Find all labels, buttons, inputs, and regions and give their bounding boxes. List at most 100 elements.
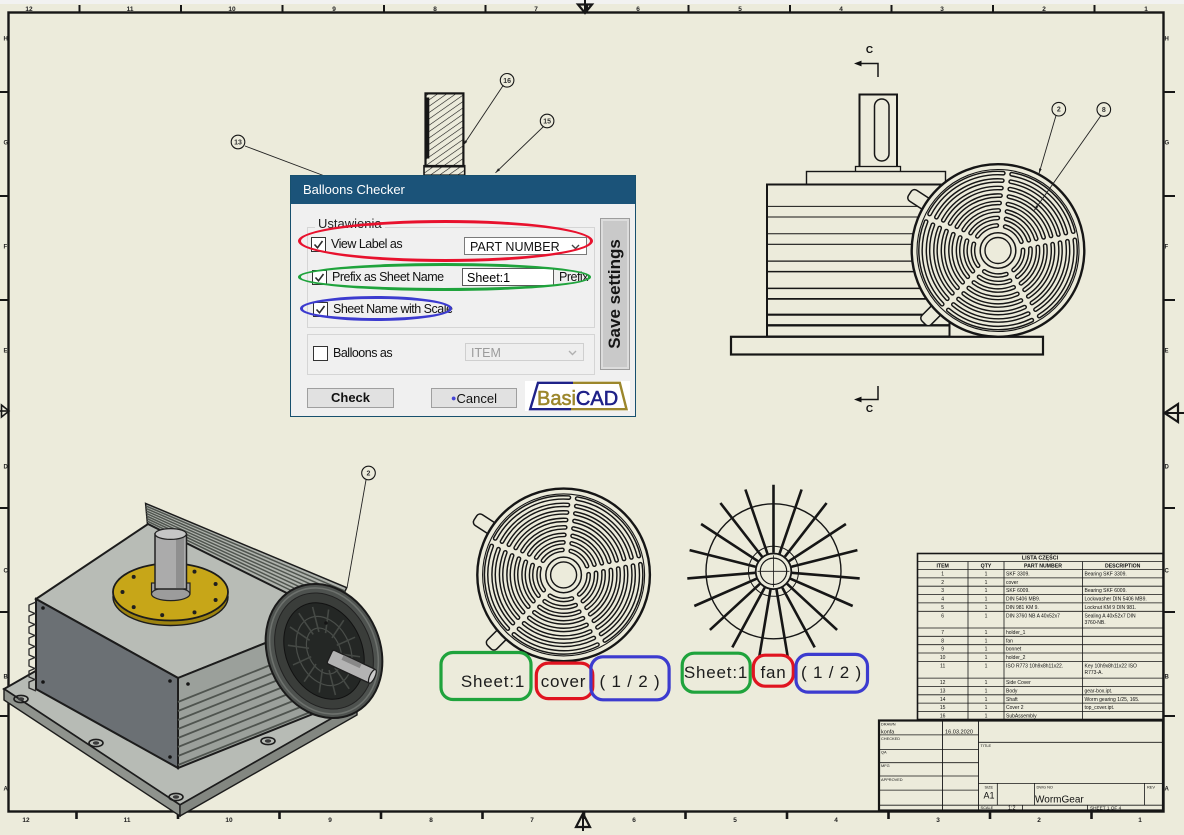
svg-text:13: 13 (234, 140, 242, 147)
svg-text:Bearing SKF 3309.: Bearing SKF 3309. (1085, 572, 1127, 578)
svg-text:1: 1 (985, 663, 988, 669)
svg-text:DWG NO: DWG NO (1037, 785, 1053, 790)
svg-text:Body: Body (1006, 688, 1018, 694)
svg-text:2: 2 (1042, 6, 1046, 13)
svg-text:6: 6 (636, 6, 640, 13)
svg-text:1: 1 (985, 688, 988, 694)
svg-text:QA: QA (881, 750, 887, 755)
svg-text:1:2: 1:2 (1008, 806, 1016, 812)
svg-text:14: 14 (940, 697, 946, 703)
svg-text:MFG: MFG (881, 763, 890, 768)
svg-text:1: 1 (1138, 817, 1142, 824)
svg-text:8: 8 (433, 6, 437, 13)
svg-text:DRAWN: DRAWN (881, 722, 896, 727)
svg-text:SHEET 1 OF 4: SHEET 1 OF 4 (1090, 806, 1122, 811)
svg-text:H: H (4, 37, 8, 43)
svg-text:ITEM: ITEM (936, 564, 948, 570)
svg-text:2: 2 (941, 580, 944, 586)
svg-text:13: 13 (940, 688, 946, 694)
svg-text:Worm gearing 1/25, 165.: Worm gearing 1/25, 165. (1085, 697, 1140, 703)
svg-text:LISTA CZĘŚCI: LISTA CZĘŚCI (1022, 555, 1059, 562)
svg-text:1: 1 (985, 613, 988, 619)
svg-text:7: 7 (530, 817, 534, 824)
svg-text:16: 16 (503, 78, 511, 85)
svg-text:A: A (4, 787, 9, 793)
svg-text:1: 1 (985, 605, 988, 611)
svg-text:1: 1 (985, 705, 988, 711)
svg-text:E: E (1165, 349, 1169, 355)
svg-text:1: 1 (985, 572, 988, 578)
svg-text:fan: fan (760, 663, 786, 682)
svg-text:10: 10 (228, 6, 236, 13)
svg-text:15: 15 (543, 119, 551, 126)
svg-text:3760-NB.: 3760-NB. (1085, 620, 1106, 626)
svg-text:10: 10 (225, 817, 233, 824)
svg-text:5: 5 (738, 6, 742, 13)
svg-text:APPROVED: APPROVED (881, 777, 903, 782)
svg-text:Locknut KM 9 DIN 981.: Locknut KM 9 DIN 981. (1085, 605, 1137, 611)
svg-text:1: 1 (985, 714, 988, 720)
svg-text:cover: cover (541, 672, 587, 691)
svg-text:12: 12 (22, 817, 30, 824)
svg-text:DIN 981 KM 9.: DIN 981 KM 9. (1006, 605, 1039, 611)
svg-text:G: G (4, 141, 9, 147)
svg-text:holder_2: holder_2 (1006, 655, 1026, 661)
svg-text:B: B (1165, 675, 1170, 681)
svg-text:SIZE: SIZE (985, 785, 994, 790)
svg-text:9: 9 (328, 817, 332, 824)
svg-text:( 1 / 2 ): ( 1 / 2 ) (599, 672, 660, 691)
svg-text:C: C (4, 569, 9, 575)
svg-text:fan: fan (1006, 638, 1013, 644)
svg-text:1: 1 (985, 638, 988, 644)
svg-text:1: 1 (985, 630, 988, 636)
svg-text:1: 1 (985, 588, 988, 594)
svg-text:1: 1 (985, 580, 988, 586)
svg-text:12: 12 (25, 6, 33, 13)
svg-text:4: 4 (834, 817, 838, 824)
svg-text:R773-A.: R773-A. (1085, 670, 1103, 676)
svg-text:Side Cover: Side Cover (1006, 680, 1031, 686)
svg-text:cover: cover (1006, 580, 1019, 586)
svg-text:2: 2 (367, 471, 371, 478)
svg-text:3: 3 (940, 6, 944, 13)
svg-text:8: 8 (1102, 107, 1106, 114)
svg-text:15: 15 (940, 705, 946, 711)
svg-text:16: 16 (940, 714, 946, 720)
svg-text:A: A (1165, 787, 1170, 793)
svg-text:5: 5 (733, 817, 737, 824)
svg-text:Cover 2: Cover 2 (1006, 705, 1024, 711)
svg-text:Sheet:1: Sheet:1 (684, 663, 748, 682)
svg-text:1: 1 (1144, 6, 1148, 13)
svg-text:2: 2 (1057, 107, 1061, 114)
svg-text:A1: A1 (984, 791, 995, 801)
svg-text:16.03.2020: 16.03.2020 (945, 729, 973, 735)
svg-text:9: 9 (332, 6, 336, 13)
svg-text:8: 8 (941, 638, 944, 644)
svg-text:Sealing A 40x52x7 DIN: Sealing A 40x52x7 DIN (1085, 613, 1137, 619)
svg-text:QTY: QTY (981, 564, 992, 570)
svg-text:DESCRIPTION: DESCRIPTION (1105, 564, 1141, 570)
svg-text:bonnet: bonnet (1006, 647, 1022, 653)
svg-text:6: 6 (632, 817, 636, 824)
svg-text:1: 1 (941, 572, 944, 578)
svg-text:WormGear: WormGear (1035, 795, 1084, 806)
svg-text:Lockwasher DIN 5406 MB9.: Lockwasher DIN 5406 MB9. (1085, 597, 1147, 603)
svg-text:DIN 3760 NB A 40x52x7: DIN 3760 NB A 40x52x7 (1006, 613, 1060, 619)
svg-text:F: F (1165, 245, 1169, 251)
svg-text:5: 5 (941, 605, 944, 611)
svg-text:C: C (866, 404, 873, 415)
svg-text:4: 4 (839, 6, 843, 13)
svg-text:C: C (866, 45, 873, 56)
svg-text:1: 1 (985, 655, 988, 661)
svg-text:DIN 5406 MB9.: DIN 5406 MB9. (1006, 597, 1040, 603)
svg-text:TITLE: TITLE (981, 743, 992, 748)
svg-text:6: 6 (941, 613, 944, 619)
svg-text:gear-box.ipt.: gear-box.ipt. (1085, 688, 1113, 694)
svg-text:ISO R773 10h9x8h11x22.: ISO R773 10h9x8h11x22. (1006, 663, 1063, 669)
svg-text:2: 2 (1037, 817, 1041, 824)
svg-text:1: 1 (985, 680, 988, 686)
svg-text:SKF 6009.: SKF 6009. (1006, 588, 1030, 594)
svg-text:D: D (4, 465, 9, 471)
svg-text:Sheet:1: Sheet:1 (461, 672, 525, 691)
svg-text:11: 11 (124, 817, 131, 824)
